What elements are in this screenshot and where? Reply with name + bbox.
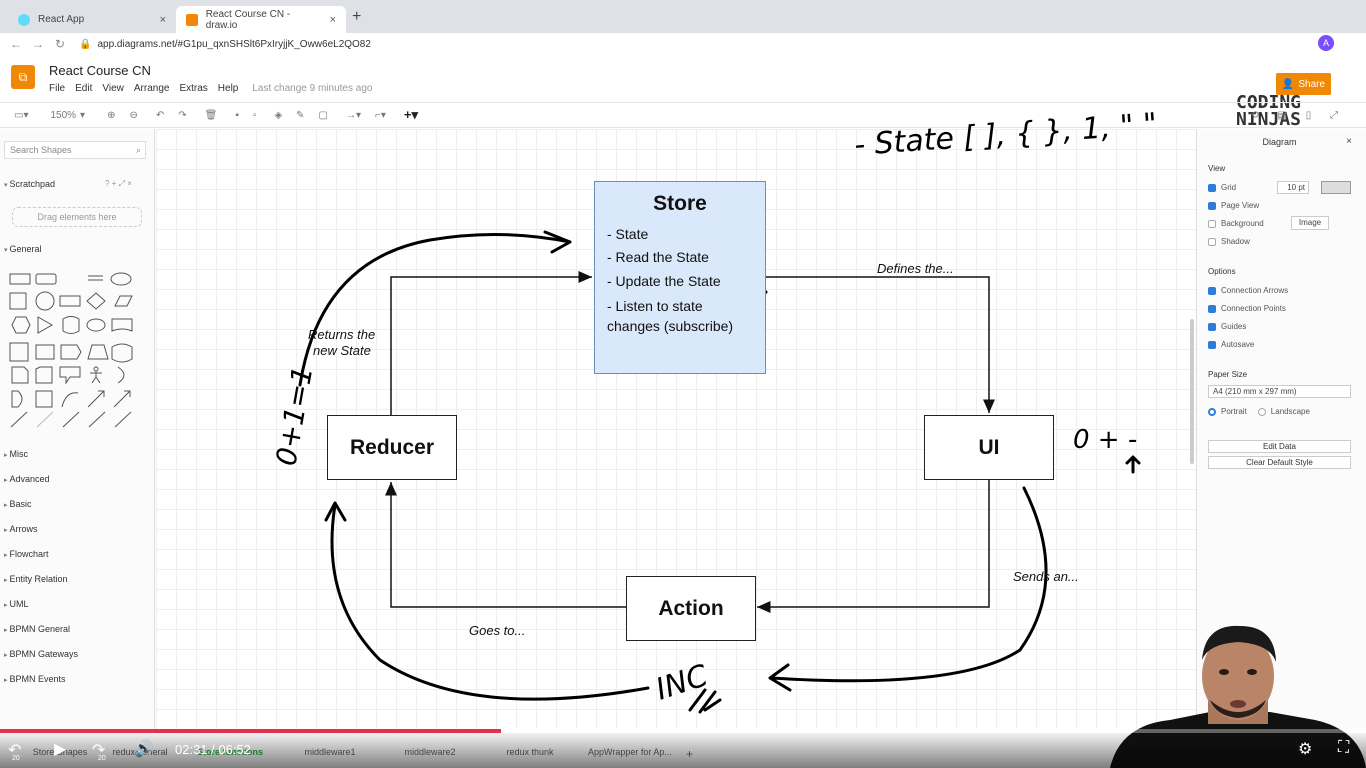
background-checkbox[interactable] (1208, 219, 1216, 228)
ink-arrow-reducer-to-store (298, 233, 572, 387)
store-title: Store (653, 192, 707, 215)
edge-store-to-ui (766, 276, 995, 413)
autosave-label: Autosave (1221, 340, 1255, 349)
store-item-read: - Read the State (607, 249, 709, 265)
sheet-tab-redux-thunk[interactable]: redux thunk (480, 747, 580, 761)
volume-icon[interactable]: 🔊 (134, 739, 154, 759)
forward-seconds: 20 (98, 755, 106, 762)
paper-size-heading: Paper Size (1208, 370, 1248, 379)
landscape-radio[interactable] (1257, 407, 1266, 416)
shadow-checkbox[interactable] (1208, 237, 1216, 246)
panel-scrollbar[interactable] (1190, 319, 1194, 464)
rewind-seconds: 20 (12, 755, 20, 762)
ink-zero-plus-one: 0+1=1 (269, 364, 319, 469)
background-option[interactable]: Background (1208, 219, 1264, 228)
shadow-label: Shadow (1221, 237, 1250, 246)
shadow-option[interactable]: Shadow (1208, 237, 1250, 246)
store-item-subscribe: changes (subscribe) (607, 318, 734, 334)
edge-label-returns-1: Returns the (308, 327, 376, 342)
guides-label: Guides (1221, 322, 1247, 331)
sheet-tab-appwrapper[interactable]: AppWrapper for Ap... (580, 747, 680, 761)
options-heading: Options (1208, 267, 1236, 276)
grid-label: Grid (1221, 183, 1237, 192)
connection-arrows-checkbox[interactable] (1208, 286, 1216, 295)
grid-size-input[interactable]: 10 pt (1277, 181, 1309, 194)
guides-checkbox[interactable] (1208, 322, 1216, 331)
ink-zero-plus-minus: 0 + - (1073, 425, 1137, 455)
edge-label-sends: Sends an... (1013, 569, 1079, 584)
connection-points-checkbox[interactable] (1208, 304, 1216, 313)
store-item-update: - Update the State (607, 273, 721, 289)
portrait-label: Portrait (1221, 407, 1247, 416)
ink-state-note: - State [ ], { }, 1, " " (853, 107, 1158, 163)
autosave-checkbox[interactable] (1208, 340, 1216, 349)
page-view-label: Page View (1221, 201, 1260, 210)
guides-option[interactable]: Guides (1208, 322, 1246, 331)
edge-action-to-reducer (385, 482, 626, 608)
image-button[interactable]: Image (1291, 216, 1329, 230)
ink-arrow-ui-to-inc (770, 486, 1048, 683)
fullscreen-icon[interactable]: ⛶ (1338, 739, 1349, 757)
play-icon[interactable]: ▶ (54, 739, 66, 759)
video-time: 02:31 / 06:52 (175, 742, 251, 757)
portrait-radio[interactable] (1208, 407, 1216, 416)
edit-data-button[interactable]: Edit Data (1208, 440, 1351, 453)
reducer-node[interactable]: Reducer (327, 415, 457, 480)
sheet-tab-strip: Store Shapes redux general Store functio… (33, 747, 693, 761)
edge-reducer-to-store (390, 271, 592, 415)
video-controls: Store Shapes redux general Store functio… (0, 733, 1366, 768)
add-sheet-icon[interactable]: + (686, 747, 693, 761)
edge-ui-to-action (757, 480, 990, 613)
sheet-tab-middleware2[interactable]: middleware2 (380, 747, 480, 761)
store-node[interactable]: Store - State - Read the State - Update … (594, 181, 766, 374)
page-view-checkbox[interactable] (1208, 201, 1216, 210)
ui-node[interactable]: UI (924, 415, 1054, 480)
store-item-state: - State (607, 226, 649, 242)
ink-inc: INC (652, 658, 713, 707)
connection-points-option[interactable]: Connection Points (1208, 304, 1286, 313)
background-label: Background (1221, 219, 1264, 228)
grid-color-swatch[interactable] (1321, 181, 1351, 194)
orientation-radios: Portrait Landscape (1208, 407, 1310, 416)
page-view-option[interactable]: Page View (1208, 201, 1259, 210)
grid-checkbox[interactable] (1208, 183, 1216, 192)
connection-arrows-label: Connection Arrows (1221, 286, 1289, 295)
close-icon[interactable]: × (1346, 136, 1352, 147)
connection-points-label: Connection Points (1221, 304, 1286, 313)
ink-up-arrow (1125, 455, 1141, 474)
edge-label-goes: Goes to... (469, 623, 526, 638)
view-heading: View (1208, 164, 1226, 173)
connection-arrows-option[interactable]: Connection Arrows (1208, 286, 1288, 295)
paper-size-select[interactable]: A4 (210 mm x 297 mm) (1208, 385, 1351, 398)
edge-label-defines: Defines the... (877, 261, 954, 276)
landscape-label: Landscape (1270, 407, 1310, 416)
sheet-tab-middleware1[interactable]: middleware1 (280, 747, 380, 761)
autosave-option[interactable]: Autosave (1208, 340, 1254, 349)
settings-gear-icon[interactable]: ⚙ (1298, 739, 1312, 759)
clear-default-style-button[interactable]: Clear Default Style (1208, 456, 1351, 469)
grid-option[interactable]: Grid (1208, 183, 1236, 192)
panel-title: Diagram (1262, 137, 1297, 147)
ink-arrow-inc-to-reducer (330, 503, 650, 701)
edge-label-returns-2: new State (313, 343, 371, 358)
ink-arrowhead-top (543, 230, 572, 254)
store-item-listen: - Listen to state (607, 298, 703, 314)
action-node[interactable]: Action (626, 576, 756, 641)
screen: React App × React Course CN - draw.io × … (0, 0, 1366, 768)
